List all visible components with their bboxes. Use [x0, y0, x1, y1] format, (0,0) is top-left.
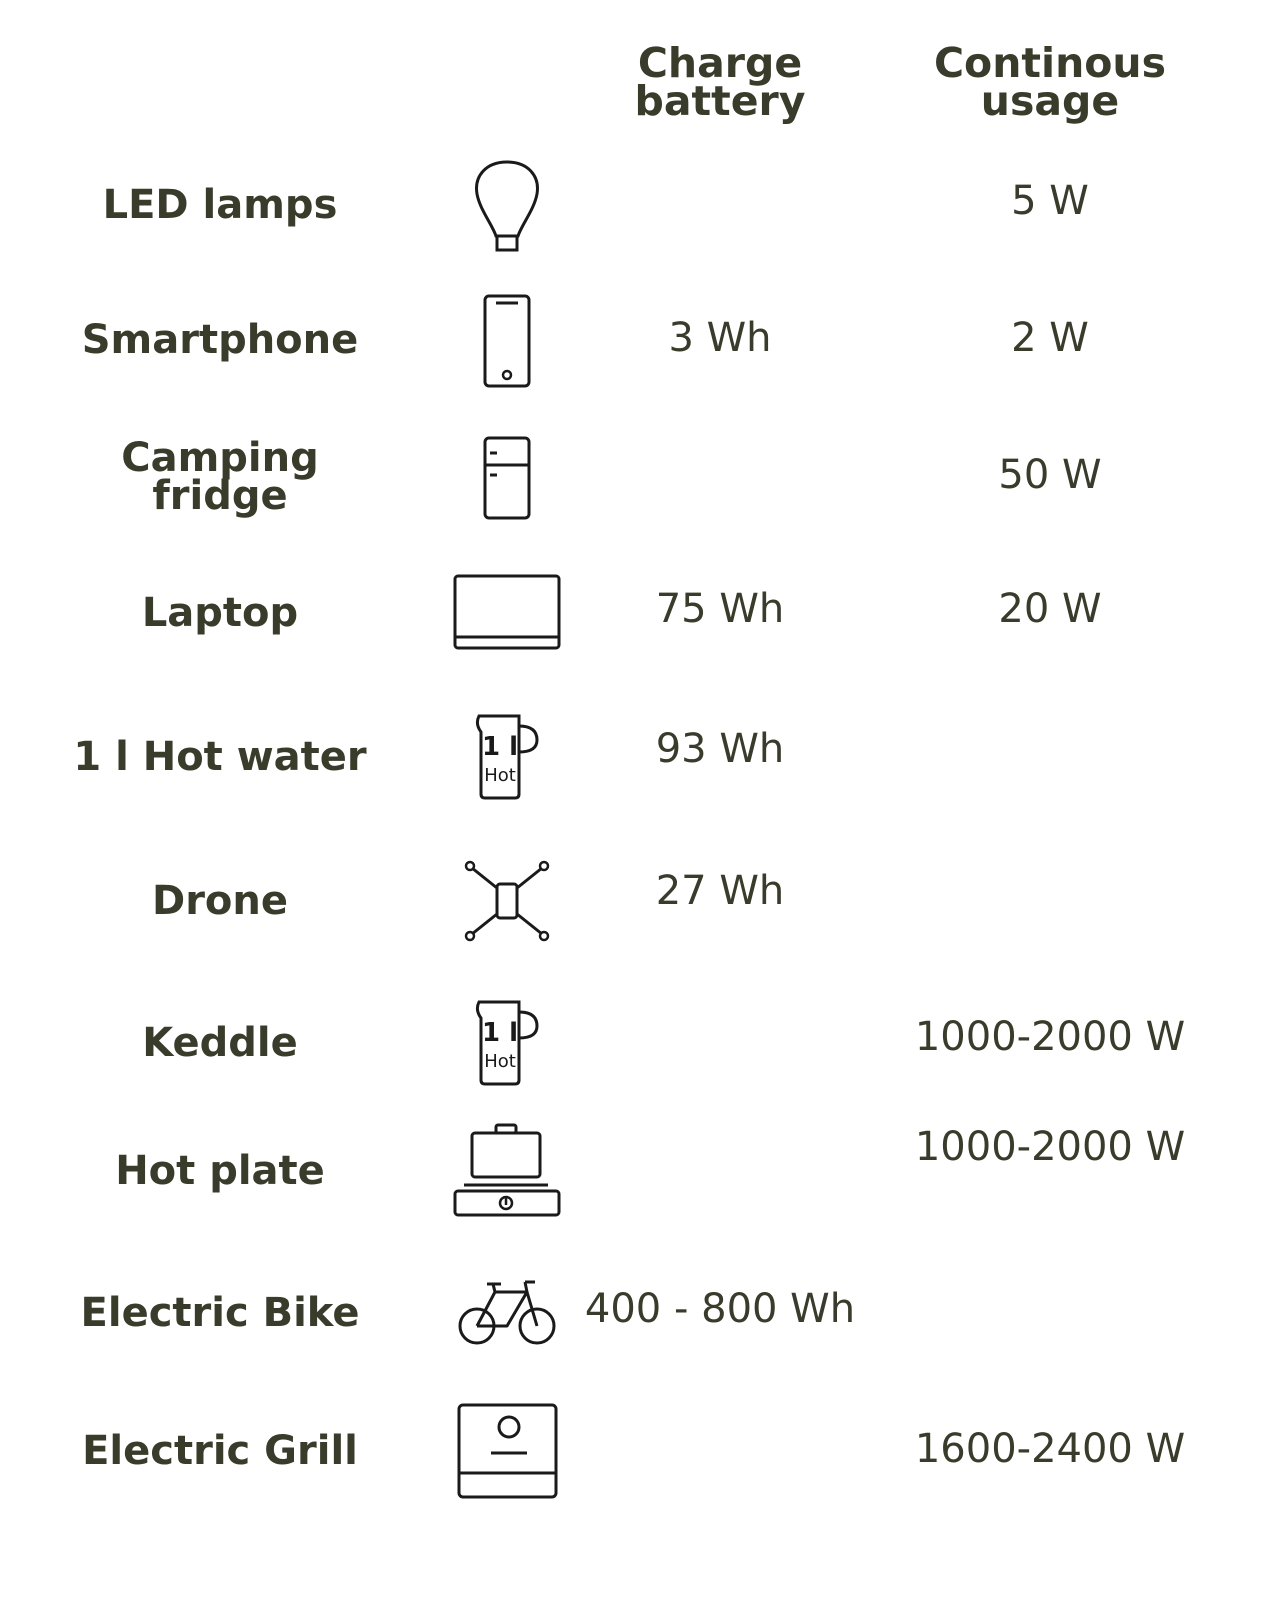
kettle-hot-label: Hot — [484, 1051, 516, 1072]
usage-value: 1000-2000 W — [914, 1124, 1186, 1170]
header-continuous-usage: Continous usage — [933, 39, 1167, 125]
usage-value: 1600-2400 W — [914, 1426, 1186, 1472]
device-row-drone: Drone 27 Wh — [0, 836, 1280, 966]
device-row-electric-bike: Electric Bike 400 - 800 Wh — [0, 1248, 1280, 1378]
device-name: 1 l Hot water — [73, 734, 367, 780]
device-row-smartphone: Smartphone 3 Wh 2 W — [0, 275, 1280, 405]
fridge-icon — [432, 412, 582, 542]
device-row-camping-fridge: Camping fridge 50 W — [0, 412, 1280, 542]
usage-value: 2 W — [1011, 315, 1089, 361]
device-row-keddle: Keddle 1 l Hot 1000-2000 W — [0, 978, 1280, 1108]
charge-value: 93 Wh — [655, 726, 785, 772]
device-name: Electric Grill — [82, 1428, 358, 1474]
jug-volume-label: 1 l — [482, 732, 518, 762]
device-row-hot-water: 1 l Hot water 1 l Hot 93 Wh — [0, 692, 1280, 822]
hot-plate-icon — [432, 1106, 582, 1236]
header-charge-battery: Charge battery — [634, 39, 806, 125]
charge-value: 3 Wh — [668, 315, 772, 361]
kettle-icon: 1 l Hot — [432, 978, 582, 1108]
device-row-hot-plate: Hot plate 1000-2000 W — [0, 1106, 1280, 1236]
device-name: LED lamps — [102, 182, 338, 228]
usage-value: 1000-2000 W — [914, 1014, 1186, 1060]
device-name: Drone — [151, 878, 288, 924]
charge-value: 400 - 800 Wh — [584, 1286, 856, 1332]
jug-hot-label: Hot — [484, 765, 516, 786]
device-row-electric-grill: Electric Grill 1600-2400 W — [0, 1386, 1280, 1516]
device-row-laptop: Laptop 75 Wh 20 W — [0, 548, 1280, 678]
device-name: Camping fridge — [121, 435, 319, 519]
usage-value: 20 W — [998, 586, 1102, 632]
electric-grill-icon — [432, 1386, 582, 1516]
device-name: Keddle — [142, 1020, 298, 1066]
light-bulb-icon — [432, 140, 582, 270]
usage-value: 5 W — [1011, 178, 1089, 224]
device-name: Hot plate — [115, 1148, 325, 1194]
charge-value: 27 Wh — [655, 868, 785, 914]
usage-value: 50 W — [998, 452, 1102, 498]
device-name: Smartphone — [81, 317, 359, 363]
device-name: Laptop — [141, 590, 299, 636]
charge-value: 75 Wh — [655, 586, 785, 632]
device-row-led-lamps: LED lamps 5 W — [0, 140, 1280, 270]
kettle-volume-label: 1 l — [482, 1018, 518, 1048]
device-name: Electric Bike — [80, 1290, 360, 1336]
